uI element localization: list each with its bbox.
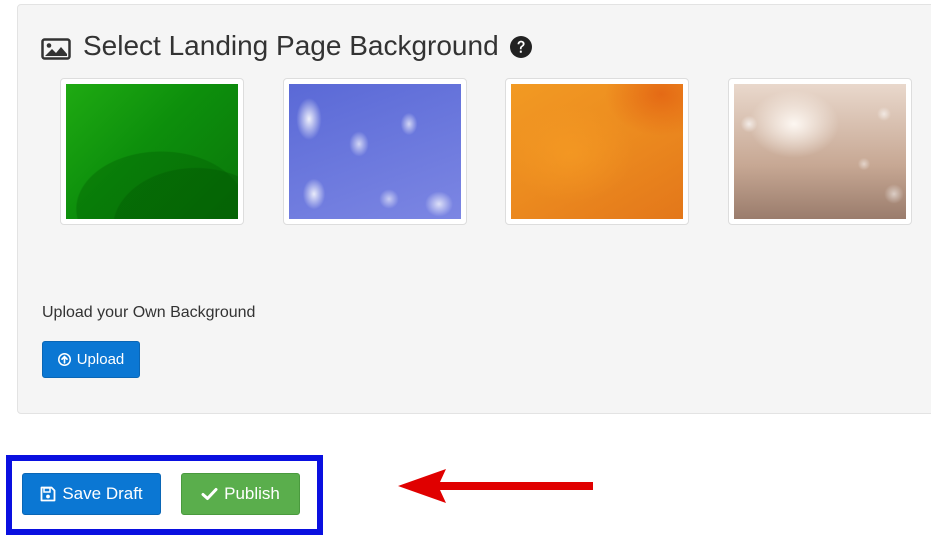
upload-button[interactable]: Upload [42, 341, 140, 378]
arrow-circle-up-icon [57, 353, 71, 366]
bokeh-background-image [734, 84, 906, 219]
image-icon [41, 35, 71, 60]
floppy-disk-icon [40, 486, 56, 502]
background-thumbnail-bokeh[interactable] [728, 78, 912, 225]
green-background-image [66, 84, 238, 219]
background-thumbnail-green[interactable] [60, 78, 244, 225]
upload-own-background-label: Upload your Own Background [42, 304, 256, 321]
checkmark-icon [201, 487, 218, 501]
publish-label: Publish [224, 484, 280, 503]
orange-background-image [511, 84, 683, 219]
panel-title-row: Select Landing Page Background [41, 26, 533, 66]
red-arrow-annotation [398, 469, 593, 503]
publish-button[interactable]: Publish [181, 473, 300, 515]
question-circle-icon[interactable] [509, 34, 533, 58]
upload-button-label: Upload [76, 351, 125, 368]
page-title: Select Landing Page Background [83, 30, 499, 61]
sky-background-image [289, 84, 461, 219]
save-draft-label: Save Draft [62, 484, 143, 503]
save-draft-button[interactable]: Save Draft [22, 473, 161, 515]
background-thumbnail-sky[interactable] [283, 78, 467, 225]
background-thumbnail-orange[interactable] [505, 78, 689, 225]
